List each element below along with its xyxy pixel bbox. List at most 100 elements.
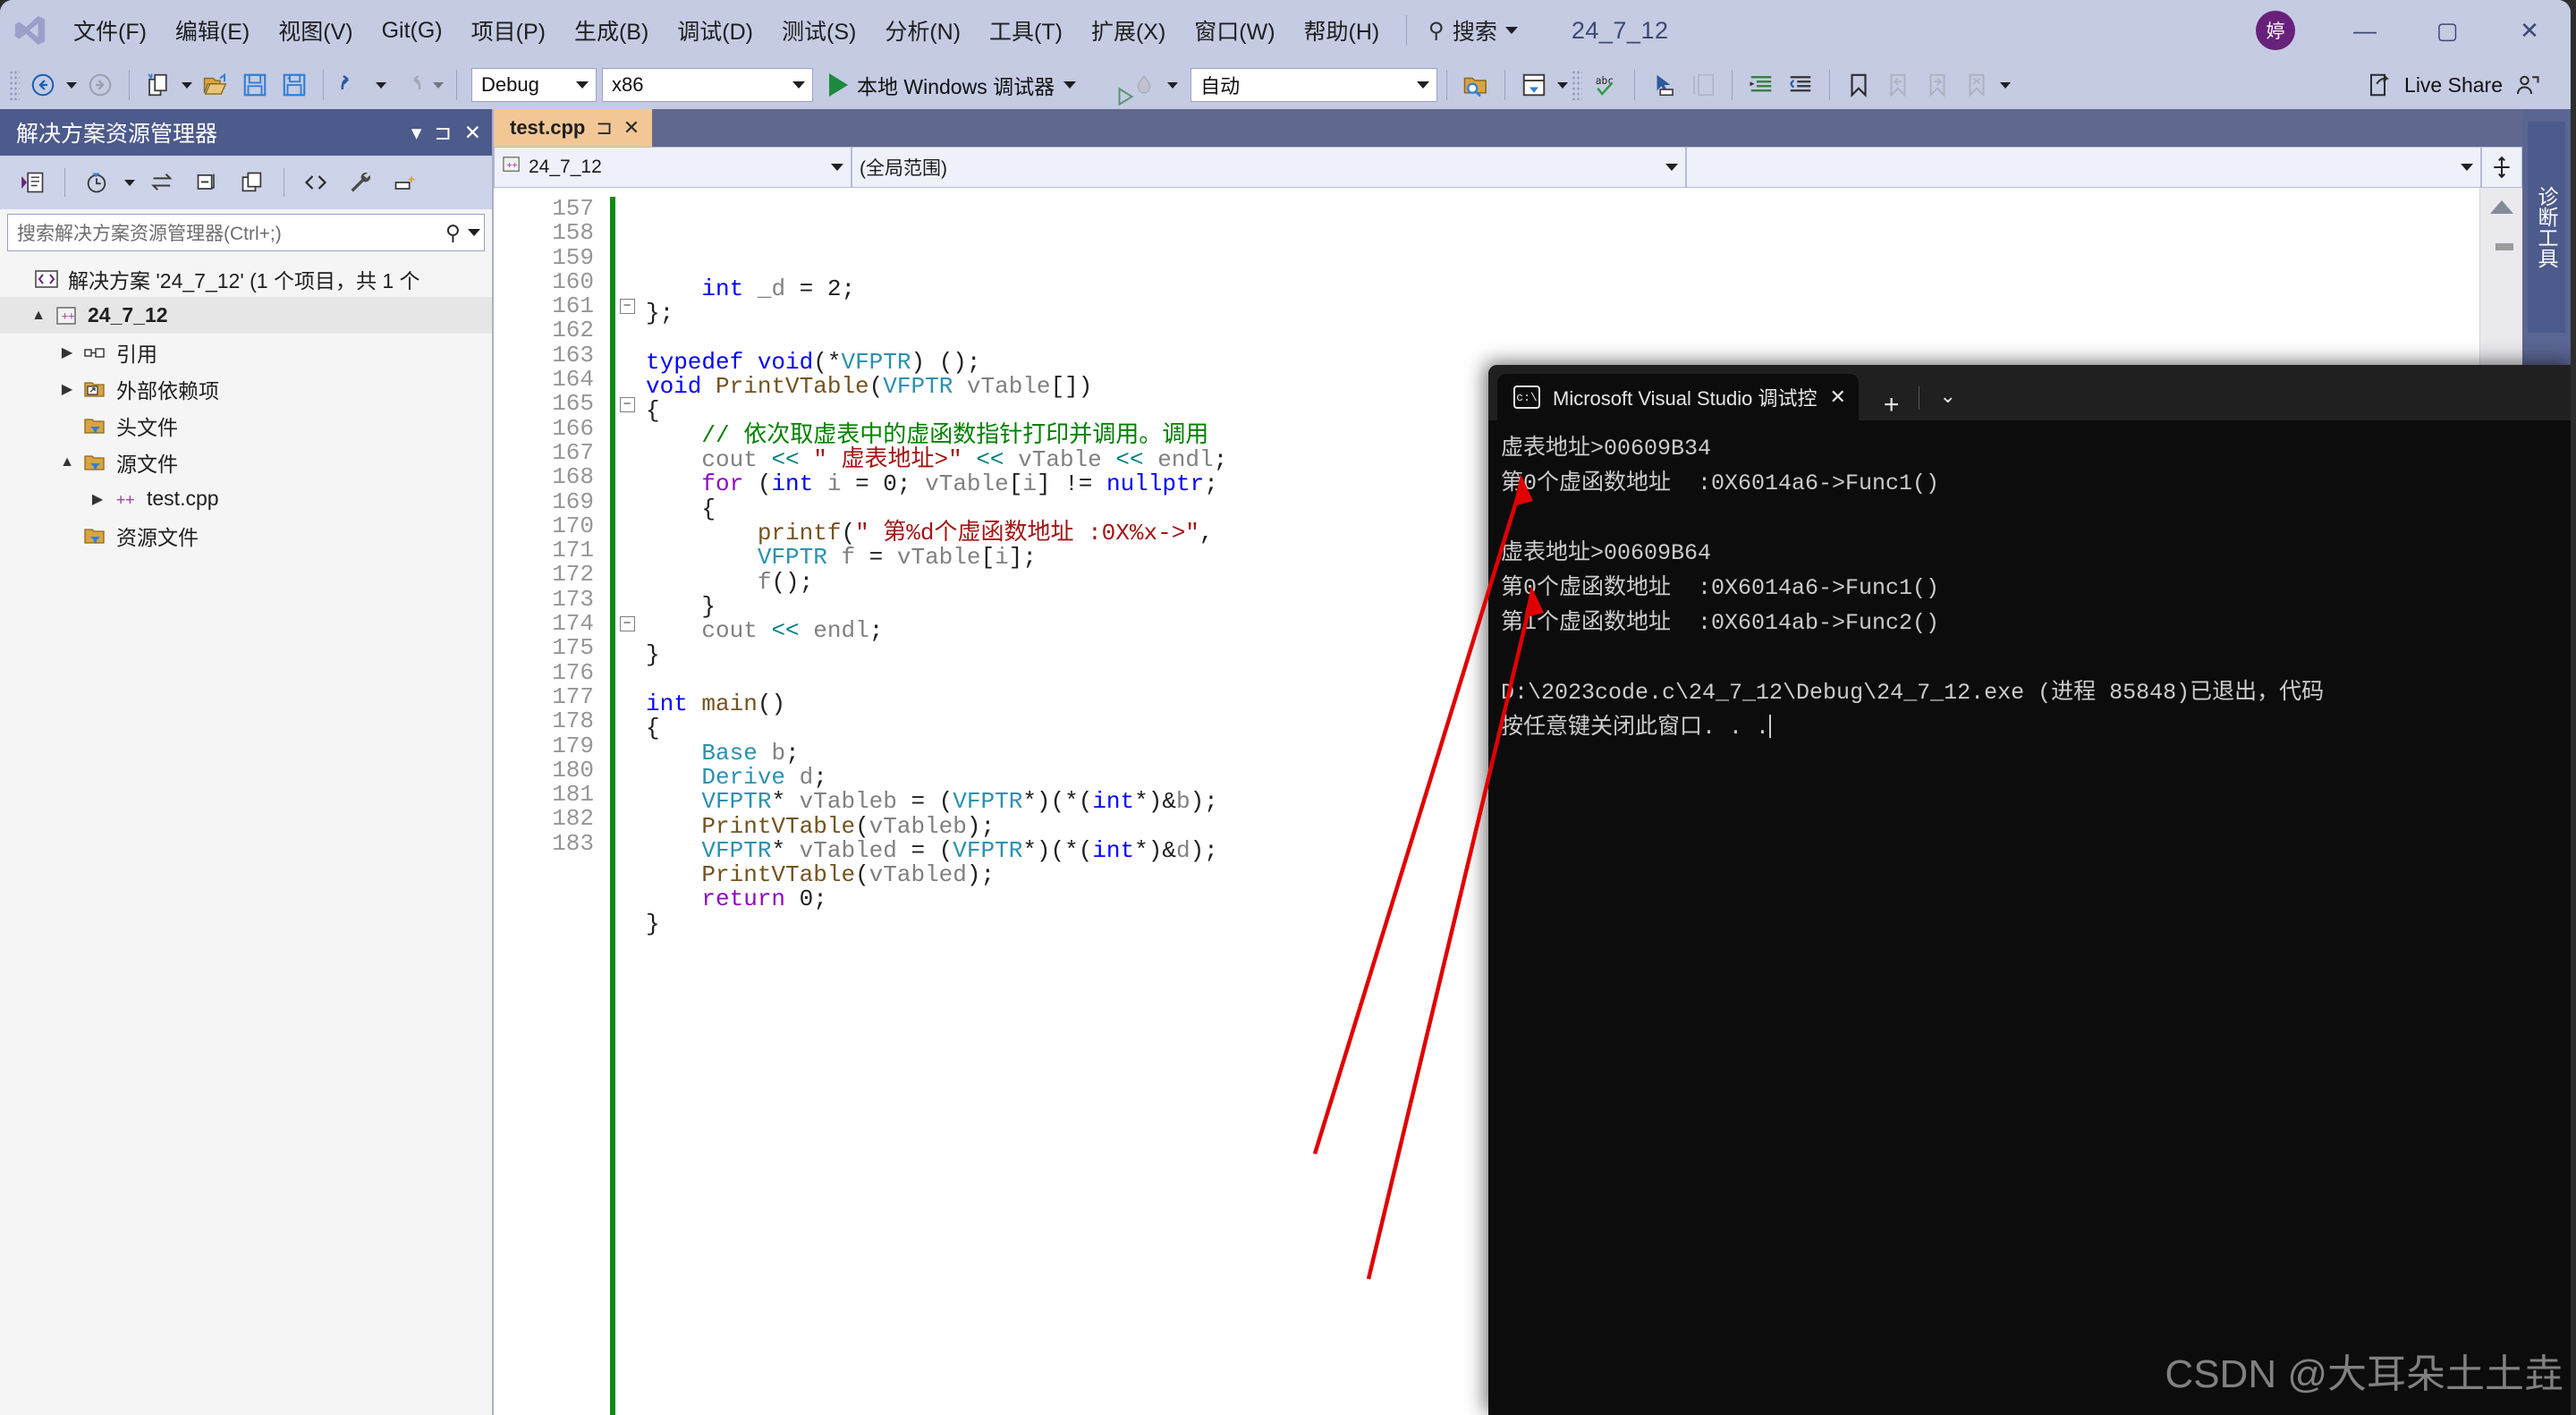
hot-reload-dropdown[interactable] [1164, 65, 1182, 105]
hot-reload-icon [1124, 65, 1164, 105]
toggle-bookmark-icon[interactable] [1839, 65, 1878, 105]
search-icon[interactable]: ⚲ [445, 221, 461, 245]
close-icon[interactable]: ✕ [623, 116, 640, 140]
fold-margin[interactable]: −−− [615, 197, 639, 856]
nav-scope-combo[interactable]: (全局范围) [852, 147, 1686, 188]
menu-item-project[interactable]: 项目(P) [457, 9, 560, 52]
menu-item-view[interactable]: 视图(V) [264, 9, 367, 52]
tree-item-header-files[interactable]: 头文件 [0, 407, 492, 444]
pending-changes-dropdown[interactable] [121, 163, 139, 202]
outdent-icon[interactable] [1741, 65, 1781, 105]
search-placeholder: 搜索解决方案资源管理器(Ctrl+;) [17, 219, 282, 246]
menu-item-test[interactable]: 测试(S) [767, 9, 870, 52]
new-project-icon[interactable] [139, 65, 178, 105]
save-icon[interactable] [235, 65, 275, 105]
solution-explorer-title: 解决方案资源管理器 [16, 116, 217, 148]
tab-test-cpp[interactable]: test.cpp ⊐ ✕ [494, 109, 652, 147]
menu-item-window[interactable]: 窗口(W) [1180, 9, 1289, 52]
solution-explorer-dropdown[interactable] [1554, 65, 1572, 105]
close-icon[interactable]: ✕ [1829, 386, 1845, 409]
undo-icon[interactable] [333, 65, 372, 105]
console-tab[interactable]: c:\ Microsoft Visual Studio 调试控 ✕ [1497, 374, 1859, 420]
chevron-down-icon[interactable] [468, 229, 480, 236]
home-icon[interactable] [13, 162, 54, 203]
start-without-debugging-icon[interactable] [1085, 65, 1124, 105]
platform-combo[interactable]: x86 [602, 68, 813, 102]
split-editor-button[interactable] [2481, 147, 2522, 188]
spell-check-icon[interactable]: abc [1586, 65, 1625, 105]
solution-explorer-search[interactable]: 搜索解决方案资源管理器(Ctrl+;) ⚲ [7, 214, 485, 251]
nav-member-combo[interactable] [1686, 147, 2481, 188]
close-icon[interactable]: ✕ [464, 121, 481, 145]
pin-icon[interactable]: ⊐ [434, 121, 451, 145]
menu-item-debug[interactable]: 调试(D) [663, 9, 767, 52]
references-icon [79, 342, 111, 363]
toolbar-grip[interactable] [9, 70, 20, 100]
console-line: 虚表地址>00609B34 [1501, 431, 2571, 466]
tree-item-test-cpp[interactable]: ▶ ++ test.cpp [0, 480, 492, 517]
expander[interactable]: ▶ [86, 490, 109, 508]
menu-item-edit[interactable]: 编辑(E) [161, 9, 264, 52]
chevron-down-icon[interactable]: ⌄ [1939, 385, 1955, 408]
menu-item-analyze[interactable]: 分析(N) [870, 9, 975, 52]
solution-explorer-toolbar [0, 156, 492, 209]
chevron-down-icon[interactable]: ▾ [411, 121, 422, 145]
menu-item-git[interactable]: Git(G) [368, 13, 457, 49]
tree-item-label: 解决方案 '24_7_12' (1 个项目，共 1 个 [68, 264, 420, 294]
preview-selected-icon[interactable] [385, 162, 426, 203]
tree-item-references[interactable]: ▶ 引用 [0, 334, 492, 370]
menu-item-file[interactable]: 文件(F) [59, 9, 161, 52]
pin-icon[interactable]: ⊐ [596, 116, 612, 140]
menu-item-extensions[interactable]: 扩展(X) [1077, 9, 1180, 52]
expander[interactable]: ▶ [55, 380, 79, 398]
tree-item-solution[interactable]: 解决方案 '24_7_12' (1 个项目，共 1 个 [0, 260, 492, 297]
new-project-dropdown[interactable] [178, 65, 196, 105]
start-debugging-label: 本地 Windows 调试器 [857, 70, 1055, 100]
collapse-all-icon[interactable] [187, 162, 228, 203]
toolbar-overflow[interactable] [1996, 65, 2014, 105]
navigate-back-icon[interactable] [23, 65, 63, 105]
save-all-icon[interactable] [275, 65, 314, 105]
close-button[interactable]: ✕ [2488, 0, 2571, 61]
menu-item-tools[interactable]: 工具(T) [975, 9, 1077, 52]
tree-item-source-files[interactable]: ▲ 源文件 [0, 444, 492, 480]
pointer-select-icon[interactable] [1644, 65, 1683, 105]
show-all-files-icon[interactable] [232, 162, 273, 203]
expander[interactable]: ▲ [27, 308, 50, 324]
menu-item-help[interactable]: 帮助(H) [1290, 9, 1394, 52]
tree-item-external-dependencies[interactable]: ▶ 外部依赖项 [0, 370, 492, 407]
auto-combo[interactable]: 自动 [1191, 68, 1437, 102]
tree-item-project[interactable]: ▲ ++ 24_7_12 [0, 297, 492, 334]
solution-explorer-icon[interactable] [1514, 65, 1554, 105]
filter-folder-icon [79, 525, 111, 547]
live-share-button[interactable]: Live Share [2367, 72, 2540, 98]
navigate-forward-icon [80, 65, 120, 105]
maximize-button[interactable]: ▢ [2406, 0, 2488, 61]
view-code-icon[interactable] [295, 162, 336, 203]
navigate-back-dropdown[interactable] [63, 65, 80, 105]
start-debugging-button[interactable]: 本地 Windows 调试器 [820, 65, 1085, 105]
indent-icon[interactable] [1781, 65, 1820, 105]
open-file-icon[interactable] [196, 65, 235, 105]
nav-project-combo[interactable]: ++ 24_7_12 [494, 147, 852, 188]
configuration-combo[interactable]: Debug [471, 68, 597, 102]
sync-with-active-icon[interactable] [142, 162, 183, 203]
console-window[interactable]: c:\ Microsoft Visual Studio 调试控 ✕ + ⌄ 虚表… [1488, 365, 2571, 1415]
expander[interactable]: ▶ [55, 343, 79, 361]
menu-item-build[interactable]: 生成(B) [560, 9, 663, 52]
undo-dropdown[interactable] [372, 65, 390, 105]
redo-dropdown[interactable] [429, 65, 447, 105]
new-tab-icon[interactable]: + [1884, 390, 1900, 420]
expander[interactable]: ▲ [55, 454, 79, 470]
find-in-files-icon[interactable] [1456, 65, 1496, 105]
avatar[interactable]: 婷 [2256, 11, 2295, 50]
global-search[interactable]: ⚲ 搜索 [1419, 11, 1527, 50]
scroll-up-icon[interactable] [2490, 200, 2513, 214]
pending-changes-icon[interactable] [76, 162, 117, 203]
tree-item-resource-files[interactable]: 资源文件 [0, 517, 492, 554]
console-output: 虚表地址>00609B34第0个虚函数地址 :0X6014a6->Func1()… [1488, 420, 2571, 745]
toolbar-grip-2[interactable] [1572, 70, 1582, 100]
minimize-button[interactable]: — [2324, 0, 2406, 61]
properties-icon[interactable] [340, 162, 381, 203]
tree-item-label: test.cpp [147, 487, 219, 511]
